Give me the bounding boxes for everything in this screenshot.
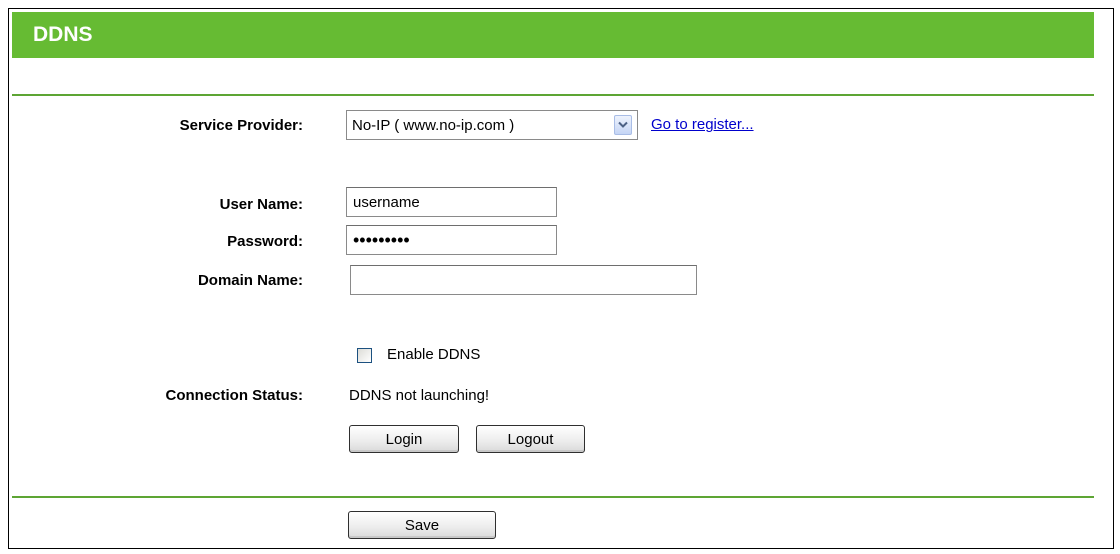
domain-name-label: Domain Name: [197,272,303,289]
enable-ddns-checkbox[interactable] [357,348,372,363]
page-title: DDNS [12,12,1094,58]
connection-status-value: DDNS not launching! [349,387,490,404]
password-input[interactable] [346,225,557,255]
logout-button[interactable]: Logout [476,425,585,453]
password-label: Password: [227,233,303,250]
service-provider-select[interactable]: No-IP ( www.no-ip.com ) [346,110,638,140]
connection-status-label: Connection Status: [165,387,304,404]
enable-ddns-label: Enable DDNS [387,346,481,363]
chevron-down-icon-glyph [618,121,628,128]
chevron-down-icon[interactable] [614,115,632,135]
login-button[interactable]: Login [349,425,459,453]
user-name-label: User Name: [219,196,303,213]
top-divider [12,94,1094,96]
service-provider-label: Service Provider: [179,117,303,134]
service-provider-value: No-IP ( www.no-ip.com ) [352,116,515,134]
bottom-divider [12,496,1094,498]
save-button[interactable]: Save [348,511,496,539]
go-to-register-link[interactable]: Go to register... [651,116,754,133]
user-name-input[interactable] [346,187,557,217]
domain-name-input[interactable] [350,265,697,295]
